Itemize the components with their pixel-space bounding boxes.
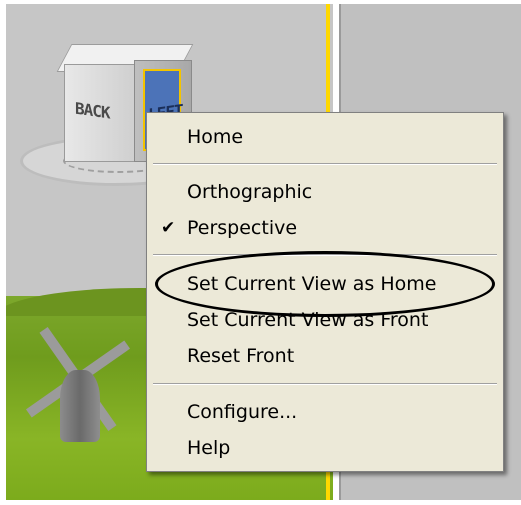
windmill-model — [22, 322, 142, 452]
menu-item-label: Home — [187, 126, 244, 148]
menu-item-label: Orthographic — [187, 181, 313, 203]
menu-item-label: Configure... — [187, 401, 298, 423]
menu-item-configure[interactable]: Configure... — [147, 396, 503, 428]
annotation-highlight-ellipse — [155, 251, 495, 317]
viewcube-back-label: BACK — [75, 98, 110, 123]
checkmark-icon: ✔ — [161, 218, 176, 238]
menu-item-orthographic[interactable]: Orthographic — [147, 176, 503, 208]
menu-separator — [153, 163, 497, 165]
menu-separator — [153, 383, 497, 385]
viewcube-face-back[interactable]: BACK — [64, 64, 136, 162]
menu-item-label: Reset Front — [187, 345, 295, 367]
menu-item-label: Perspective — [187, 217, 298, 239]
viewcube-context-menu: Home Orthographic ✔ Perspective Set Curr… — [146, 112, 504, 472]
menu-item-home[interactable]: Home — [147, 121, 503, 153]
menu-item-label: Help — [187, 437, 231, 459]
menu-item-perspective[interactable]: ✔ Perspective — [147, 212, 503, 244]
menu-item-help[interactable]: Help — [147, 432, 503, 464]
menu-item-reset-front[interactable]: Reset Front — [147, 340, 503, 372]
windmill-tower — [60, 370, 100, 442]
